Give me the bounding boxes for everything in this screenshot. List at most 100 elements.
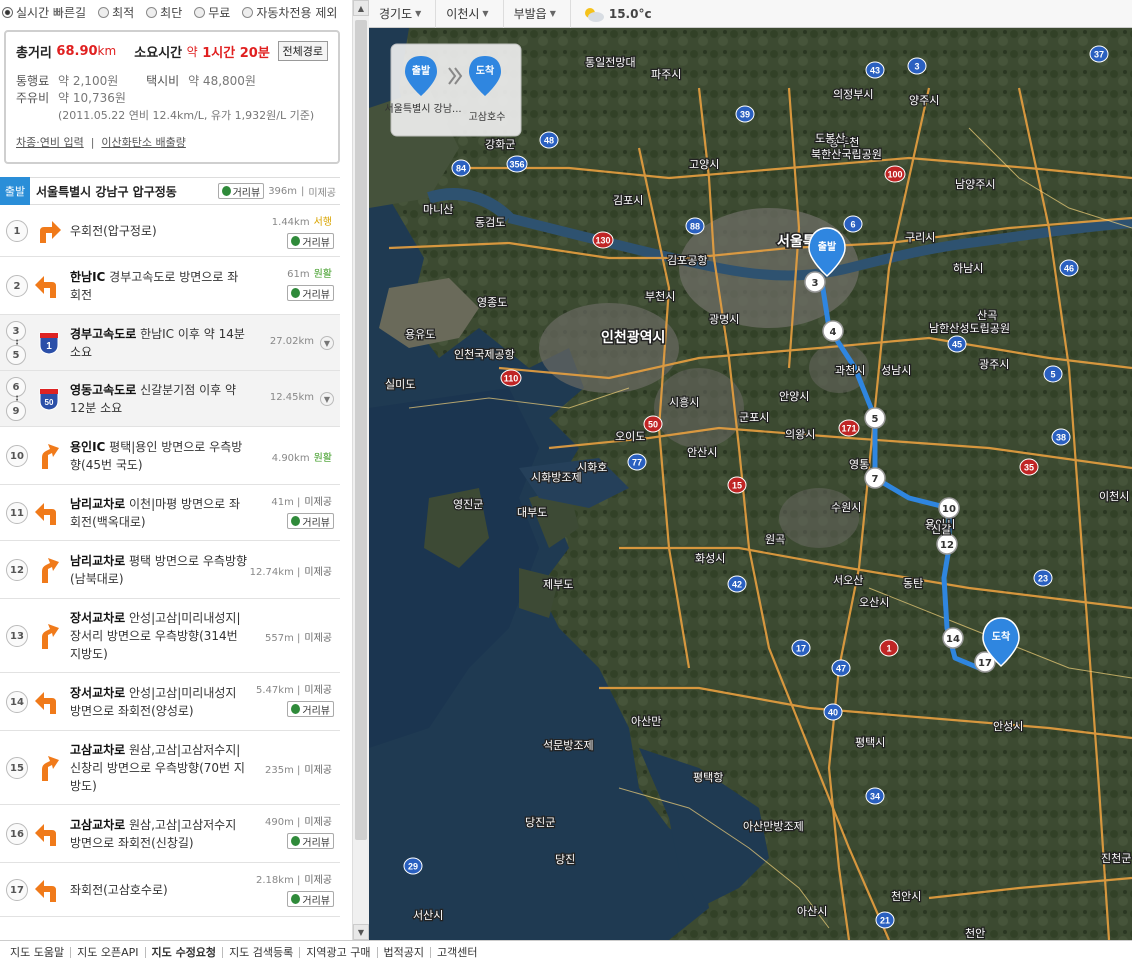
step-distance: 12.45km — [270, 392, 314, 403]
route-step[interactable]: 1 우회전(압구정로) 1.44km 서행 거리뷰 — [0, 205, 340, 257]
route-step[interactable]: 15 고삼교차로 원삼,고삼|고삼저수지|신창리 방면으로 우측방향(70번 지방… — [0, 731, 340, 805]
crumb-province[interactable]: 경기도 ▼ — [369, 0, 437, 28]
turn-up-icon — [34, 622, 62, 650]
full-route-button[interactable]: 전체경로 — [277, 41, 328, 61]
map-place-label: 북한산국립공원 — [811, 148, 882, 161]
road-shield-icon: 3 — [907, 57, 927, 75]
route-node[interactable]: 7 — [864, 467, 886, 489]
crumb-town[interactable]: 부발읍 ▼ — [504, 0, 571, 28]
step-number: 2 — [6, 275, 28, 297]
road-shield-icon: 5 — [1043, 365, 1063, 383]
road-shield-icon: 40 — [823, 703, 843, 721]
map-view[interactable]: 3 4 5 7 10 12 14 17 통일전망대 파주시 의정부시 양주시 동두천 고양시 남양주시 김포… — [369, 28, 1132, 940]
map-canvas[interactable]: 345710121417 통일전망대파주시의정부시 양주시동두천고양시남양주시김포… — [369, 28, 1132, 940]
radio-icon[interactable] — [98, 6, 110, 18]
map-place-label: 인천국제공항 — [454, 347, 515, 361]
crumb-city[interactable]: 이천시 ▼ — [436, 0, 504, 28]
step-number: 15 — [6, 757, 28, 779]
road-shield-label: 356 — [509, 160, 524, 170]
radio-icon[interactable] — [242, 6, 254, 18]
map-place-label: 서오산 — [833, 574, 863, 587]
temperature: 15.0°c — [608, 6, 652, 21]
route-node-label: 17 — [978, 658, 992, 669]
streetview-button[interactable]: 거리뷰 — [217, 183, 265, 199]
route-step[interactable]: 3⋮51▼경부고속도로 한남IC 이후 약 14분 소요27.02km — [0, 315, 340, 371]
fuel-label: 주유비 — [16, 91, 50, 105]
scroll-down-icon[interactable]: ▼ — [353, 924, 369, 940]
scroll-up-icon[interactable]: ▲ — [353, 0, 369, 16]
map-place-label: 고양시 — [689, 158, 719, 171]
step-distance: 61m 원활 — [287, 265, 332, 280]
route-option[interactable]: 실시간 빠른길 — [2, 4, 86, 21]
route-node[interactable]: 4 — [822, 320, 844, 342]
map-place-label: 안산시 — [687, 446, 717, 459]
popup-end-label: 고삼호수 — [469, 111, 506, 123]
radio-icon[interactable] — [194, 6, 206, 18]
route-node[interactable]: 5 — [864, 407, 886, 429]
map-place-label: 실미도 — [385, 378, 415, 391]
expand-chevron-icon[interactable]: ▼ — [320, 392, 334, 406]
route-step[interactable]: 6⋮950▼영동고속도로 신갈분기점 이후 약 12분 소요12.45km — [0, 371, 340, 427]
turn-left-icon — [34, 688, 62, 716]
expand-chevron-icon[interactable]: ▼ — [320, 336, 334, 350]
route-step[interactable]: 10 용인IC 평택|용인 방면으로 우측방향(45번 국도) 4.90km 원활 — [0, 427, 340, 485]
co2-link[interactable]: 이산화탄소 배출량 — [101, 136, 185, 149]
scroll-thumb[interactable] — [355, 20, 367, 840]
route-step[interactable]: 2 한남IC 경부고속도로 방면으로 좌회전 61m 원활 거리뷰 — [0, 257, 340, 315]
car-efficiency-link[interactable]: 차종·연비 입력 — [16, 136, 84, 149]
streetview-button[interactable]: 거리뷰 — [287, 701, 334, 717]
streetview-icon — [291, 236, 301, 246]
streetview-button[interactable]: 거리뷰 — [287, 833, 334, 849]
route-node[interactable]: 12 — [936, 533, 958, 555]
footer-link[interactable]: 지도 오픈API — [71, 947, 146, 958]
route-step[interactable]: 11 남리교차로 이천|마평 방면으로 좌회전(백옥대로) 41m | 미제공 거리뷰 — [0, 485, 340, 541]
radio-icon[interactable] — [2, 6, 13, 18]
road-shield-label: 43 — [870, 66, 880, 76]
footer-link[interactable]: 지도 검색등록 — [223, 947, 301, 958]
streetview-button[interactable]: 거리뷰 — [287, 513, 334, 529]
map-place-label: 하남시 — [953, 261, 983, 275]
streetview-button[interactable]: 거리뷰 — [287, 233, 334, 249]
footer-link[interactable]: 법적공지 — [378, 947, 431, 958]
route-step[interactable]: 17 좌회전(고삼호수로) 2.18km | 미제공 거리뷰 — [0, 863, 340, 917]
start-marker-label: 출발 — [818, 240, 837, 253]
svg-text:1: 1 — [46, 341, 52, 352]
footer-link[interactable]: 지도 수정요청 — [146, 947, 224, 958]
radio-icon[interactable] — [146, 6, 158, 18]
step-distance: 12.74km | 미제공 — [249, 567, 332, 578]
route-step[interactable]: 16 고삼교차로 원삼,고삼|고삼저수지 방면으로 좌회전(신창길) 490m | 미… — [0, 805, 340, 863]
road-shield-icon: 45 — [947, 335, 967, 353]
footer-link[interactable]: 지도 도움말 — [4, 947, 72, 958]
map-place-label: 진천군 — [1101, 851, 1131, 865]
panel-scrollbar[interactable]: ▲ ▼ — [352, 0, 369, 940]
route-option[interactable]: 자동차전용 제외 — [242, 4, 337, 21]
streetview-icon — [291, 516, 301, 526]
map-place-label: 동탄 — [903, 577, 923, 590]
route-step[interactable]: 12 남리교차로 평택 방면으로 우측방향(남북대로) 12.74km | 미제공 — [0, 541, 340, 599]
route-step[interactable]: 14 장서교차로 안성|고삼|미리내성지 방면으로 좌회전(양성로) 5.47km … — [0, 673, 340, 731]
footer-link[interactable]: 고객센터 — [431, 947, 483, 958]
route-node[interactable]: 10 — [938, 497, 960, 519]
distance-value: 68.90 — [56, 43, 98, 59]
streetview-button[interactable]: 거리뷰 — [287, 285, 334, 301]
route-node[interactable]: 3 — [804, 271, 826, 293]
taxi-label: 택시비 — [146, 74, 180, 88]
road-shield-label: 45 — [952, 340, 962, 350]
step-number: 10 — [6, 445, 28, 467]
route-option[interactable]: 최적 — [98, 4, 134, 21]
route-node[interactable]: 14 — [942, 627, 964, 649]
route-option[interactable]: 최단 — [146, 4, 182, 21]
route-step[interactable]: 13 장서교차로 안성|고삼|미리내성지|장서리 방면으로 우측방향(314번 지… — [0, 599, 340, 673]
step-road-name: 한남IC — [70, 270, 106, 284]
map-place-label: 김포시 — [613, 194, 643, 207]
start-row[interactable]: 출발 서울특별시 강남구 압구정동 거리뷰 396m | 미제공 — [0, 177, 340, 205]
step-distance-value: 557m — [265, 633, 294, 644]
step-distance: 2.18km | 미제공 — [256, 875, 332, 886]
route-option[interactable]: 무료 — [194, 4, 230, 21]
road-shield-label: 130 — [595, 236, 610, 246]
footer-link[interactable]: 지역광고 구매 — [300, 947, 378, 958]
step-distance: 41m | 미제공 — [271, 497, 332, 508]
streetview-button[interactable]: 거리뷰 — [287, 891, 334, 907]
step-distance-value: 1.44km — [271, 217, 310, 228]
road-shield-icon: 35 — [1019, 458, 1039, 476]
